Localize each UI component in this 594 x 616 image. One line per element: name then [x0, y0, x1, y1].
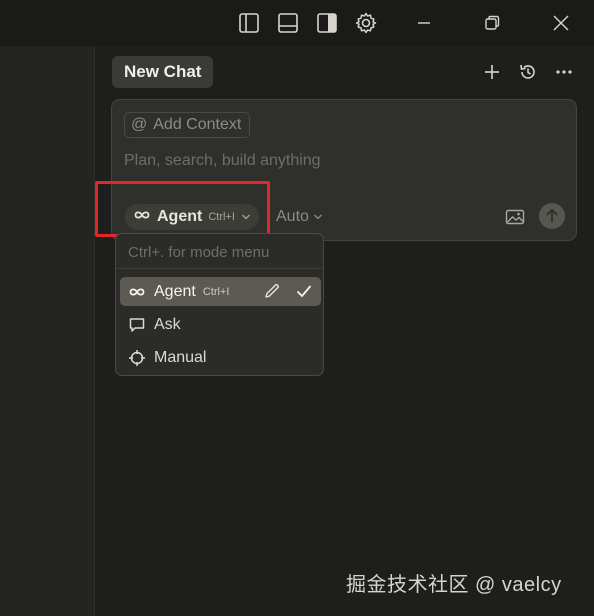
mode-option-label: Ask — [154, 315, 181, 333]
highlight-annotation — [95, 181, 270, 237]
send-button[interactable] — [539, 203, 565, 229]
cursor-chat-window: New Chat @ Add Context Plan, search, bui… — [0, 0, 594, 616]
editor-pane — [0, 0, 94, 616]
checkmark-icon — [295, 282, 313, 305]
mode-menu: Ctrl+. for mode menu Agent Ctrl+I Ask Ma… — [115, 233, 324, 376]
crosshair-icon — [128, 349, 146, 367]
pane-divider[interactable] — [94, 46, 95, 616]
mode-menu-hint: Ctrl+. for mode menu — [128, 244, 270, 261]
model-selector[interactable]: Auto — [276, 204, 323, 230]
toggle-secondary-sidebar-icon[interactable] — [314, 10, 340, 36]
new-chat-tab[interactable]: New Chat — [112, 56, 214, 88]
mode-option-label: Manual — [154, 348, 207, 366]
watermark: 掘金技术社区 @ vaelcy — [346, 574, 562, 596]
model-label: Auto — [276, 208, 309, 225]
mode-option-manual[interactable]: Manual — [120, 343, 321, 372]
arrow-up-icon — [546, 208, 558, 222]
settings-gear-icon[interactable] — [353, 10, 379, 36]
restore-icon[interactable] — [479, 10, 505, 36]
close-icon[interactable] — [548, 10, 574, 36]
at-sign-icon: @ — [131, 116, 148, 133]
pencil-icon[interactable] — [263, 282, 281, 305]
plus-icon[interactable] — [480, 60, 504, 84]
mode-option-agent[interactable]: Agent Ctrl+I — [120, 277, 321, 306]
mode-option-ask[interactable]: Ask — [120, 310, 321, 339]
more-icon[interactable] — [552, 60, 576, 84]
chat-bubble-icon — [128, 316, 146, 334]
add-context-button[interactable]: @ Add Context — [124, 112, 251, 138]
menu-divider — [116, 268, 323, 269]
minimize-icon[interactable] — [411, 10, 437, 36]
toggle-panel-icon[interactable] — [275, 10, 301, 36]
mode-option-label: Agent — [154, 282, 196, 300]
chevron-down-icon — [313, 208, 323, 226]
editor-top-strip — [0, 0, 94, 46]
toggle-primary-sidebar-icon[interactable] — [236, 10, 262, 36]
title-bar — [94, 0, 594, 46]
infinity-icon — [128, 283, 146, 301]
history-icon[interactable] — [516, 60, 540, 84]
mode-option-shortcut: Ctrl+I — [202, 285, 230, 298]
chat-input[interactable]: Plan, search, build anything — [124, 152, 321, 170]
image-attach-icon[interactable] — [504, 206, 526, 228]
add-context-label: Add Context — [153, 116, 242, 133]
